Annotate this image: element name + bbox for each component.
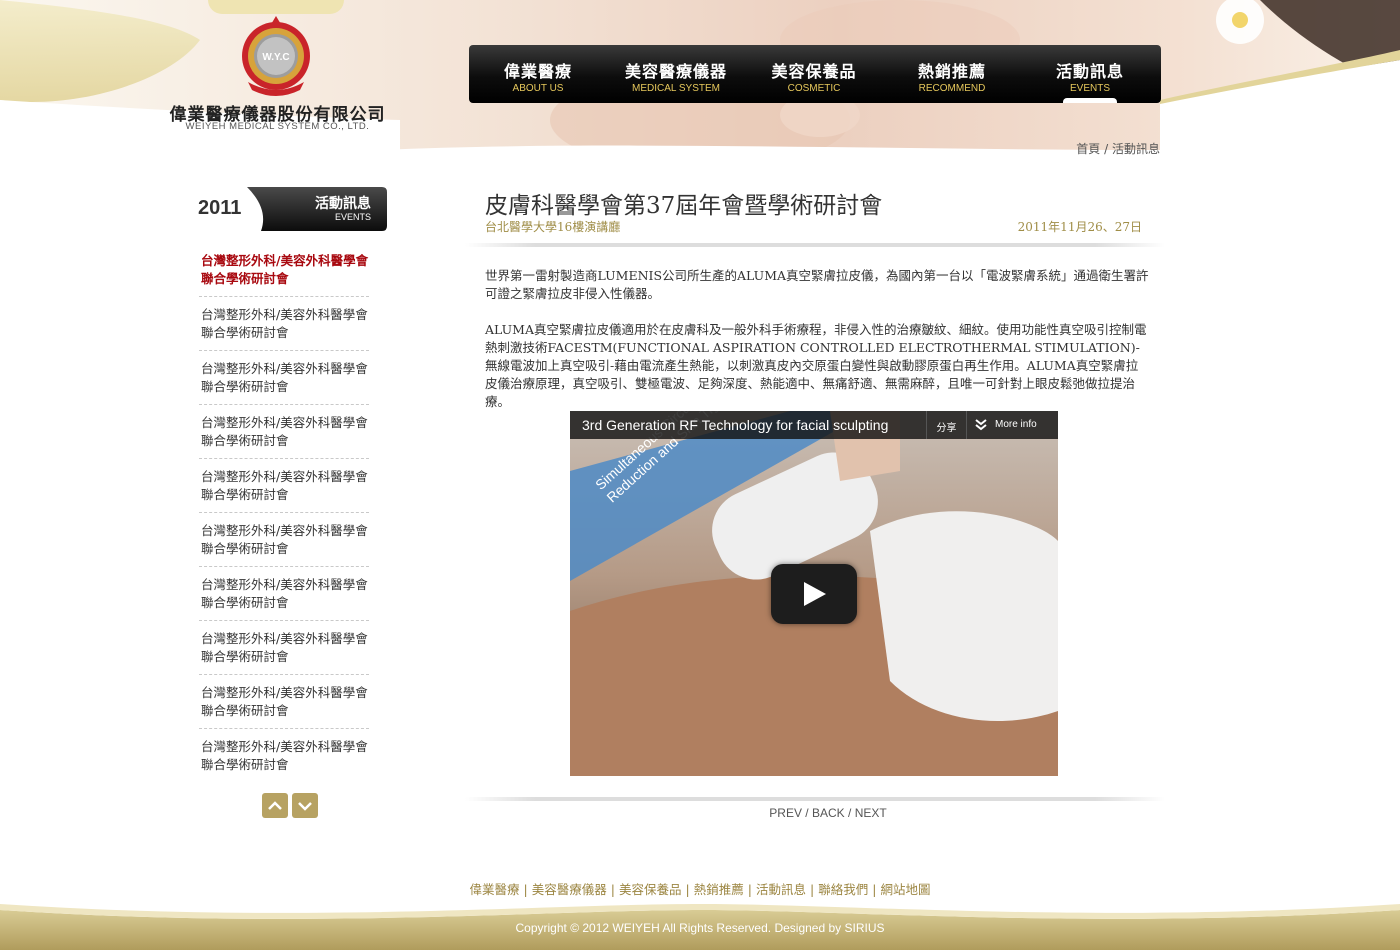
svg-text:W.Y.C: W.Y.C xyxy=(262,52,289,63)
event-list-item-active[interactable]: 台灣整形外科/美容外科醫學會聯合學術研討會 xyxy=(199,243,369,297)
breadcrumb-separator: / xyxy=(1100,142,1112,156)
sidebar-header: 2011 活動訊息 EVENTS xyxy=(197,186,387,232)
next-link[interactable]: NEXT xyxy=(855,806,887,820)
main-nav: 偉業醫療 ABOUT US 美容醫療儀器 MEDICAL SYSTEM 美容保養… xyxy=(469,45,1161,103)
nav-sublabel: MEDICAL SYSTEM xyxy=(632,83,720,94)
bottom-divider xyxy=(465,797,1165,801)
post-navigation: PREV / BACK / NEXT xyxy=(700,806,956,820)
play-button[interactable] xyxy=(771,564,857,624)
nav-sublabel: EVENTS xyxy=(1069,83,1110,94)
video-more-info-button[interactable]: More info xyxy=(966,411,1058,439)
nav-sublabel: COSMETIC xyxy=(787,83,841,94)
nav-sublabel: RECOMMEND xyxy=(918,83,986,94)
article-paragraph: 世界第一雷射製造商LUMENIS公司所生產的ALUMA真空緊膚拉皮儀，為國內第一… xyxy=(485,268,1149,301)
post-nav-separator: / xyxy=(801,806,812,820)
chevron-down-icon xyxy=(298,802,312,811)
nav-cosmetic[interactable]: 美容保養品 COSMETIC xyxy=(745,45,883,103)
nav-sublabel: ABOUT US xyxy=(512,83,564,94)
prev-link[interactable]: PREV xyxy=(769,806,802,820)
video-player[interactable]: Simultaneous Circumference Reduction and… xyxy=(570,411,1058,776)
nav-about-us[interactable]: 偉業醫療 ABOUT US xyxy=(469,45,607,103)
footer-link-medical-system[interactable]: 美容醫療儀器 xyxy=(532,882,607,897)
article-venue: 台北醫學大學16樓演講廳 xyxy=(485,220,621,234)
event-list-item[interactable]: 台灣整形外科/美容外科醫學會聯合學術研討會 xyxy=(199,621,369,675)
nav-medical-system[interactable]: 美容醫療儀器 MEDICAL SYSTEM xyxy=(607,45,745,103)
event-list-item[interactable]: 台灣整形外科/美容外科醫學會聯合學術研討會 xyxy=(199,459,369,513)
nav-active-indicator xyxy=(1063,98,1117,103)
breadcrumb-home[interactable]: 首頁 xyxy=(1076,142,1100,156)
chevron-up-icon xyxy=(268,801,282,810)
footer-link-events[interactable]: 活動訊息 xyxy=(756,882,806,897)
post-nav-separator: / xyxy=(844,806,855,820)
footer-separator: | xyxy=(872,882,877,897)
footer-separator: | xyxy=(747,882,752,897)
footer-link-sitemap[interactable]: 網站地圖 xyxy=(880,882,930,897)
footer-link-contact[interactable]: 聯絡我們 xyxy=(818,882,868,897)
nav-label: 偉業醫療 xyxy=(503,62,572,81)
event-list-item[interactable]: 台灣整形外科/美容外科醫學會聯合學術研討會 xyxy=(199,405,369,459)
footer-separator: | xyxy=(809,882,815,897)
nav-recommend[interactable]: 熱銷推薦 RECOMMEND xyxy=(883,45,1021,103)
play-icon xyxy=(804,582,826,606)
footer-link-cosmetic[interactable]: 美容保養品 xyxy=(619,882,682,897)
event-list-item[interactable]: 台灣整形外科/美容外科醫學會聯合學術研討會 xyxy=(199,297,369,351)
footer-separator: | xyxy=(523,882,528,897)
video-title-bar: 3rd Generation RF Technology for facial … xyxy=(570,411,1058,439)
video-more-info-label: More info xyxy=(995,419,1037,430)
footer-link-about[interactable]: 偉業醫療 xyxy=(470,882,520,897)
scroll-up-button[interactable] xyxy=(262,793,288,818)
company-seal-icon: W.Y.C xyxy=(242,16,310,96)
article-title: 皮膚科醫學會第37屆年會暨學術研討會 xyxy=(485,193,883,219)
nav-label: 活動訊息 xyxy=(1055,62,1124,81)
video-title[interactable]: 3rd Generation RF Technology for facial … xyxy=(582,417,922,433)
footer-link-recommend[interactable]: 熱銷推薦 xyxy=(694,882,744,897)
sidebar-year: 2011 xyxy=(198,197,242,219)
event-list-item[interactable]: 台灣整形外科/美容外科醫學會聯合學術研討會 xyxy=(199,567,369,621)
article-date: 2011年11月26、27日 xyxy=(1017,220,1142,234)
event-list-item[interactable]: 台灣整形外科/美容外科醫學會聯合學術研討會 xyxy=(199,675,369,729)
back-link[interactable]: BACK xyxy=(812,806,845,820)
footer-separator: | xyxy=(685,882,690,897)
scroll-down-button[interactable] xyxy=(292,793,318,818)
event-list-item[interactable]: 台灣整形外科/美容外科醫學會聯合學術研討會 xyxy=(199,513,369,567)
site-logo[interactable]: W.Y.C 偉業醫療儀器股份有限公司 WEIYEH MEDICAL SYSTEM… xyxy=(160,0,395,148)
sidebar-title: 活動訊息 xyxy=(315,196,371,212)
event-list-item[interactable]: 台灣整形外科/美容外科醫學會聯合學術研討會 xyxy=(199,729,369,783)
title-divider xyxy=(465,243,1165,247)
video-share-button[interactable]: 分享 xyxy=(926,411,966,439)
nav-events[interactable]: 活動訊息 EVENTS xyxy=(1021,45,1159,103)
footer-separator: | xyxy=(610,882,615,897)
sidebar-pager xyxy=(262,793,322,819)
footer-links: 偉業醫療 | 美容醫療儀器 | 美容保養品 | 熱銷推薦 | 活動訊息 | 聯絡我們 | 網站地圖 xyxy=(350,879,1050,898)
article-paragraph: ALUMA真空緊膚拉皮儀適用於在皮膚科及一般外科手術療程，非侵入性的治療皺紋、細… xyxy=(485,322,1147,409)
nav-label: 熱銷推薦 xyxy=(917,62,986,81)
double-chevron-down-icon xyxy=(975,419,987,431)
nav-label: 美容保養品 xyxy=(771,62,857,81)
breadcrumb-current: 活動訊息 xyxy=(1111,142,1160,156)
nav-label: 美容醫療儀器 xyxy=(624,62,727,81)
copyright-text: Copyright © 2012 WEIYEH All Rights Reser… xyxy=(515,921,885,935)
sidebar-title-en: EVENTS xyxy=(334,212,371,222)
event-list: 台灣整形外科/美容外科醫學會聯合學術研討會 台灣整形外科/美容外科醫學會聯合學術… xyxy=(199,243,375,783)
event-list-item[interactable]: 台灣整形外科/美容外科醫學會聯合學術研討會 xyxy=(199,351,369,405)
company-name-en: WEIYEH MEDICAL SYSTEM CO., LTD. xyxy=(185,121,370,132)
breadcrumb: 首頁 / 活動訊息 xyxy=(1040,140,1160,157)
